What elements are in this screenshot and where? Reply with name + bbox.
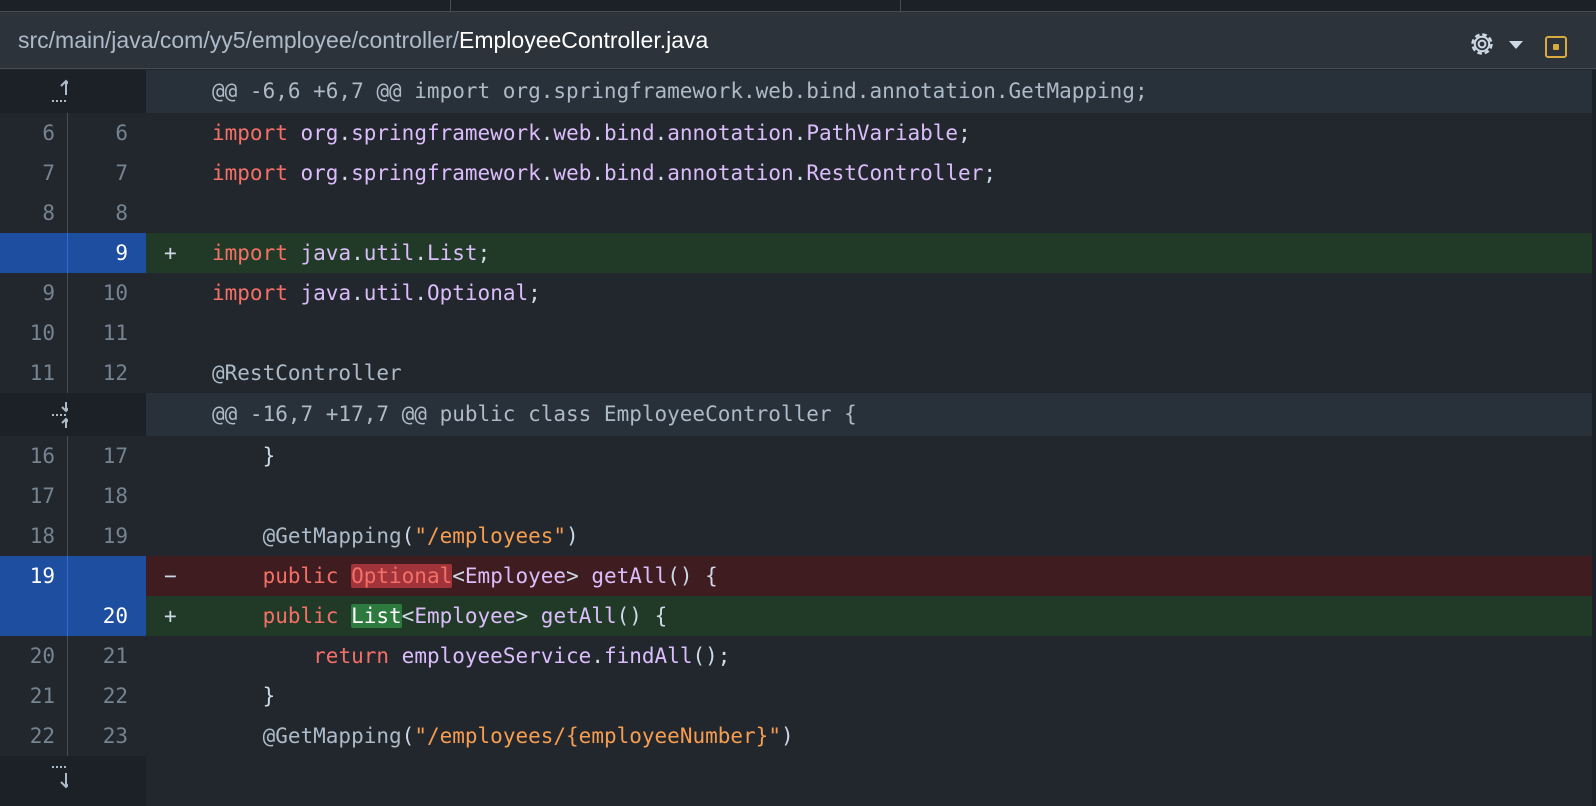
diff-line: 22 23 @GetMapping("/employees/{employeeN… — [0, 716, 1592, 756]
hunk-header: @@ -16,7 +17,7 @@ public class EmployeeC… — [0, 393, 1592, 436]
diff-line: 16 17 } — [0, 436, 1592, 476]
code-text: import java.util.List; — [212, 241, 491, 265]
diff-line-added: 20 + public List<Employee> getAll() { — [0, 596, 1592, 636]
old-line-number[interactable]: 20 — [0, 636, 68, 676]
old-line-number[interactable]: 6 — [0, 113, 68, 153]
old-line-number[interactable]: 17 — [0, 476, 68, 516]
code-text: import java.util.Optional; — [212, 281, 541, 305]
code-text: } — [262, 444, 276, 468]
old-line-number[interactable] — [0, 233, 68, 273]
old-line-number[interactable]: 11 — [0, 353, 68, 393]
old-line-number[interactable]: 9 — [0, 273, 68, 313]
file-path-filename: EmployeeController.java — [459, 27, 709, 53]
new-line-number[interactable]: 19 — [68, 516, 146, 556]
file-path[interactable]: src/main/java/com/yy5/employee/controlle… — [18, 12, 708, 69]
new-line-number[interactable]: 12 — [68, 353, 146, 393]
scrollbar-track[interactable] — [1592, 70, 1596, 806]
diff-line: 6 6 import org.springframework.web.bind.… — [0, 113, 1592, 153]
old-line-number[interactable]: 16 — [0, 436, 68, 476]
old-line-number[interactable]: 21 — [0, 676, 68, 716]
gear-icon[interactable] — [1466, 28, 1498, 60]
code-text: public List<Employee> getAll() { — [262, 604, 668, 628]
tab-divider — [450, 0, 451, 11]
old-line-number[interactable]: 10 — [0, 313, 68, 353]
hunk-header: @@ -6,6 +6,7 @@ import org.springframewo… — [0, 70, 1592, 113]
new-line-number[interactable]: 9 — [68, 233, 146, 273]
word-diff-added: List — [351, 604, 402, 628]
code-text: import org.springframework.web.bind.anno… — [212, 121, 971, 145]
diff-line: 18 19 @GetMapping("/employees") — [0, 516, 1592, 556]
old-line-number[interactable]: 8 — [0, 193, 68, 233]
diff-line: 7 7 import org.springframework.web.bind.… — [0, 153, 1592, 193]
old-line-number[interactable]: 7 — [0, 153, 68, 193]
code-text: } — [262, 684, 276, 708]
diff-marker: + — [164, 241, 177, 265]
new-line-number[interactable]: 21 — [68, 636, 146, 676]
diff-line: 17 18 — [0, 476, 1592, 516]
diff-line: 11 12 @RestController — [0, 353, 1592, 393]
hunk-gutter — [0, 70, 80, 113]
diff-line: 10 11 — [0, 313, 1592, 353]
code-text: return employeeService.findAll(); — [313, 644, 731, 668]
new-line-number[interactable]: 10 — [68, 273, 146, 313]
new-line-number[interactable]: 20 — [68, 596, 146, 636]
top-tab-strip — [0, 0, 1596, 12]
new-line-number[interactable]: 17 — [68, 436, 146, 476]
diff-marker: − — [164, 564, 177, 588]
diff-table: @@ -6,6 +6,7 @@ import org.springframewo… — [0, 70, 1592, 806]
new-line-number[interactable] — [68, 556, 146, 596]
new-line-number[interactable]: 23 — [68, 716, 146, 756]
diff-line: 9 10 import java.util.Optional; — [0, 273, 1592, 313]
diff-line: 20 21 return employeeService.findAll(); — [0, 636, 1592, 676]
code-text: @GetMapping("/employees") — [262, 524, 579, 548]
hunk-header-text: @@ -6,6 +6,7 @@ import org.springframewo… — [212, 79, 1148, 103]
old-line-number[interactable]: 19 — [0, 556, 68, 596]
new-line-number[interactable]: 6 — [68, 113, 146, 153]
hunk-header-text: @@ -16,7 +17,7 @@ public class EmployeeC… — [212, 402, 857, 426]
new-line-number[interactable]: 11 — [68, 313, 146, 353]
new-line-number[interactable]: 22 — [68, 676, 146, 716]
diff-marker: + — [164, 604, 177, 628]
diff-line-added: 9 + import java.util.List; — [0, 233, 1592, 273]
code-text: @GetMapping("/employees/{employeeNumber}… — [262, 724, 794, 748]
diff-line: 8 8 — [0, 193, 1592, 233]
code-text: import org.springframework.web.bind.anno… — [212, 161, 997, 185]
diff-line-deleted: 19 − public Optional<Employee> getAll() … — [0, 556, 1592, 596]
tab-divider — [900, 0, 901, 11]
hunk-gutter — [0, 756, 80, 806]
old-line-number[interactable] — [0, 596, 68, 636]
hunk-gutter — [0, 393, 80, 436]
old-line-number[interactable]: 22 — [0, 716, 68, 756]
file-path-directory: src/main/java/com/yy5/employee/controlle… — [18, 27, 459, 53]
new-line-number[interactable]: 8 — [68, 193, 146, 233]
file-header: src/main/java/com/yy5/employee/controlle… — [0, 12, 1596, 69]
code-text: @RestController — [212, 361, 402, 385]
new-line-number[interactable]: 7 — [68, 153, 146, 193]
word-diff-deleted: Optional — [351, 564, 453, 588]
old-line-number[interactable]: 18 — [0, 516, 68, 556]
diff-line: 21 22 } — [0, 676, 1592, 716]
code-text: public Optional<Employee> getAll() { — [262, 564, 718, 588]
chevron-down-icon[interactable] — [1509, 41, 1523, 49]
expand-footer — [0, 756, 1592, 806]
new-line-number[interactable]: 18 — [68, 476, 146, 516]
view-file-icon[interactable] — [1545, 36, 1567, 58]
